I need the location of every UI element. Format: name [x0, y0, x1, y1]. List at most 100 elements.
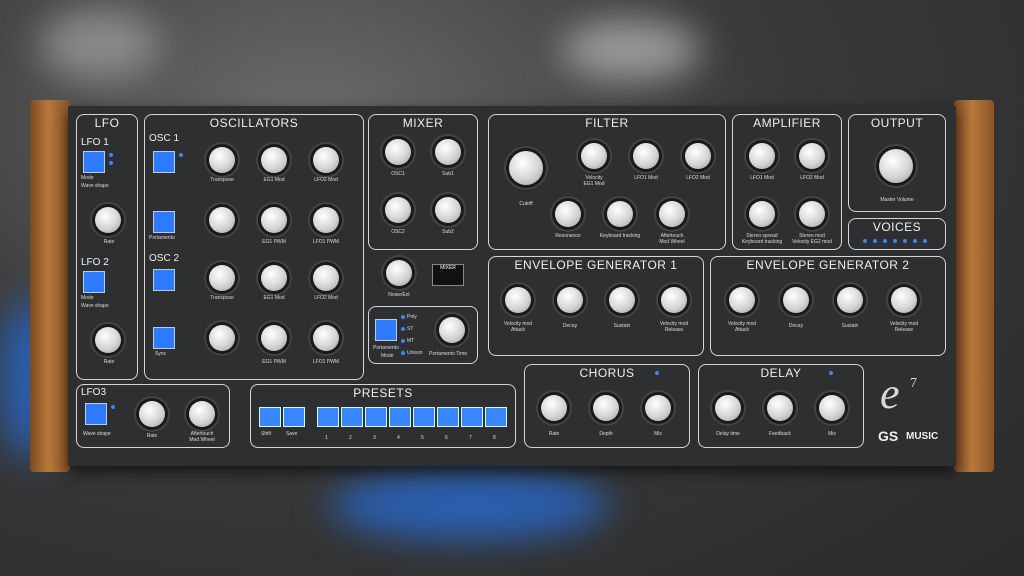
- lfo1-rate-knob[interactable]: [95, 207, 121, 233]
- env1-release-knob[interactable]: [661, 287, 687, 313]
- osc2-eg1pwm-knob[interactable]: [261, 325, 287, 351]
- osc2-transpose-knob[interactable]: [209, 265, 235, 291]
- feedback-label: Feedback: [769, 431, 791, 437]
- led: [401, 339, 405, 343]
- env2-decay-knob[interactable]: [783, 287, 809, 313]
- osc1-portamento-button[interactable]: [153, 211, 175, 233]
- delay-title: DELAY: [760, 366, 802, 380]
- amp-lfo1mod-knob[interactable]: [749, 143, 775, 169]
- osc1-tune-knob[interactable]: [209, 207, 235, 233]
- filter-section: FILTER Cutoff Velocity EG1 Mod LFO1 Mod …: [488, 114, 726, 250]
- osc1-eg1mod-knob[interactable]: [261, 147, 287, 173]
- cutoff-knob[interactable]: [509, 151, 543, 185]
- master-volume-knob[interactable]: [879, 149, 913, 183]
- stereo-spread-knob[interactable]: [749, 201, 775, 227]
- release-label: Release: [894, 327, 914, 333]
- lfo-title: LFO: [94, 116, 120, 130]
- osc1-transpose-knob[interactable]: [209, 147, 235, 173]
- osc1-eg1pwm-knob[interactable]: [261, 207, 287, 233]
- lfo1pwm-label: LFO1 PWM: [312, 359, 340, 365]
- env1-decay-knob[interactable]: [557, 287, 583, 313]
- env1-sustain-knob[interactable]: [609, 287, 635, 313]
- decay-label: Decay: [788, 323, 804, 329]
- voice-mode-button[interactable]: [375, 319, 397, 341]
- osc2-sync-button[interactable]: [153, 327, 175, 349]
- poly-label: Poly: [407, 314, 417, 320]
- lfo2mod-label: LFO2 Mod: [800, 175, 824, 181]
- osc2-tune-knob[interactable]: [209, 325, 235, 351]
- shift-button[interactable]: [259, 407, 281, 427]
- filter-lfo1mod-knob[interactable]: [633, 143, 659, 169]
- sync-label: Sync: [155, 351, 167, 357]
- mode-label: Mode: [81, 295, 94, 301]
- sub2-level-knob[interactable]: [435, 197, 461, 223]
- noise-level-knob[interactable]: [386, 260, 412, 286]
- filter-velocity-knob[interactable]: [581, 143, 607, 169]
- voice-led: [863, 239, 867, 243]
- preset-button-2[interactable]: [341, 407, 363, 427]
- env2-release-knob[interactable]: [891, 287, 917, 313]
- filter-lfo2mod-knob[interactable]: [685, 143, 711, 169]
- chorus-mix-knob[interactable]: [645, 395, 671, 421]
- osc2-lfo2mod-knob[interactable]: [313, 265, 339, 291]
- lfo1-label: LFO 1: [81, 137, 109, 148]
- delay-feedback-knob[interactable]: [767, 395, 793, 421]
- preset-number: 5: [421, 435, 424, 441]
- osc1-lfo1pwm-knob[interactable]: [313, 207, 339, 233]
- mix-label: Mix: [828, 431, 836, 437]
- preset-button-5[interactable]: [413, 407, 435, 427]
- portamento-time-knob[interactable]: [439, 317, 465, 343]
- preset-button-4[interactable]: [389, 407, 411, 427]
- delay-mix-knob[interactable]: [819, 395, 845, 421]
- lfo2-mode-button[interactable]: [83, 271, 105, 293]
- osc2-level-knob[interactable]: [385, 197, 411, 223]
- amplifier-title: AMPLIFIER: [753, 116, 821, 130]
- unison-label: Unison: [407, 350, 423, 356]
- voice-led: [883, 239, 887, 243]
- osc1-wave-button[interactable]: [153, 151, 175, 173]
- amp-lfo2mod-knob[interactable]: [799, 143, 825, 169]
- noise-label: Noise/Ext: [388, 292, 410, 298]
- preset-button-8[interactable]: [485, 407, 507, 427]
- env2-title: ENVELOPE GENERATOR 2: [746, 258, 910, 272]
- filter-aftertouch-knob[interactable]: [659, 201, 685, 227]
- keytrack-label: Keyboard tracking: [599, 233, 641, 239]
- stereo-mod-knob[interactable]: [799, 201, 825, 227]
- lfo2mod-label: LFO2 Mod: [314, 177, 338, 183]
- preset-number: 4: [397, 435, 400, 441]
- osc2-eg1mod-knob[interactable]: [261, 265, 287, 291]
- eg1pwm-label: EG1 PWM: [262, 359, 286, 365]
- save-button[interactable]: [283, 407, 305, 427]
- chorus-rate-knob[interactable]: [541, 395, 567, 421]
- mix-label: Mix: [654, 431, 662, 437]
- env2-sustain-knob[interactable]: [837, 287, 863, 313]
- env2-attack-knob[interactable]: [729, 287, 755, 313]
- osc1-level-knob[interactable]: [385, 139, 411, 165]
- chorus-depth-knob[interactable]: [593, 395, 619, 421]
- preset-button-7[interactable]: [461, 407, 483, 427]
- lfo2-rate-knob[interactable]: [95, 327, 121, 353]
- osc1-lfo2mod-knob[interactable]: [313, 147, 339, 173]
- delay-time-knob[interactable]: [715, 395, 741, 421]
- sub1-level-knob[interactable]: [435, 139, 461, 165]
- preset-button-3[interactable]: [365, 407, 387, 427]
- env1-attack-knob[interactable]: [505, 287, 531, 313]
- preset-button-1[interactable]: [317, 407, 339, 427]
- keytrack-knob[interactable]: [607, 201, 633, 227]
- lfo1-mode-button[interactable]: [83, 151, 105, 173]
- lfo3-aftertouch-knob[interactable]: [189, 401, 215, 427]
- env1-title: ENVELOPE GENERATOR 1: [514, 258, 678, 272]
- oscillators-title: OSCILLATORS: [209, 116, 299, 130]
- resonance-knob[interactable]: [555, 201, 581, 227]
- mode-label: Mode: [381, 353, 394, 359]
- lfo3-rate-knob[interactable]: [139, 401, 165, 427]
- osc2-lfo1pwm-knob[interactable]: [313, 325, 339, 351]
- lfo3-wave-button[interactable]: [85, 403, 107, 425]
- preset-button-6[interactable]: [437, 407, 459, 427]
- decay-label: Decay: [562, 323, 578, 329]
- rate-label: Rate: [548, 431, 560, 437]
- led: [179, 153, 183, 157]
- velocity-eg2-label: Velocity EG2 mod: [792, 239, 832, 245]
- eg1mod-label: EG1 Mod: [263, 295, 285, 301]
- osc2-wave-button[interactable]: [153, 269, 175, 291]
